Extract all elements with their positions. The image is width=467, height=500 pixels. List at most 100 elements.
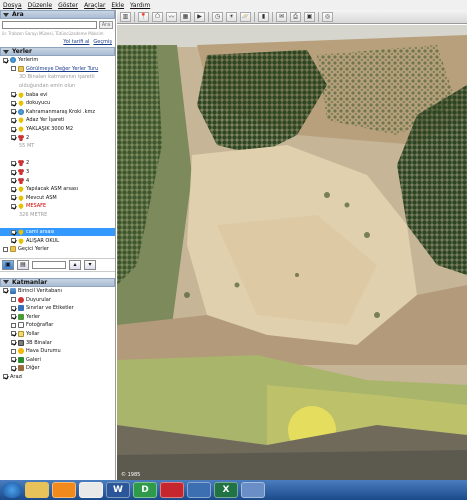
taskbar-excel-icon[interactable]: X (214, 482, 238, 498)
add-overlay-button[interactable]: ▦ (180, 11, 191, 22)
search-panel-header[interactable]: Ara (0, 10, 115, 19)
taskbar-chrome-icon[interactable] (79, 482, 103, 498)
visibility-checkbox[interactable] (11, 66, 16, 72)
visibility-checkbox[interactable] (11, 186, 16, 192)
menu-item-5[interactable]: Yardım (130, 2, 150, 9)
visibility-checkbox[interactable] (11, 178, 16, 184)
layers-row[interactable]: Arazi (0, 373, 115, 382)
email-button[interactable]: ✉ (276, 11, 287, 22)
add-polygon-button[interactable]: ⬠ (152, 11, 163, 22)
visibility-checkbox[interactable] (11, 109, 16, 115)
visibility-checkbox[interactable] (11, 160, 16, 166)
places-row[interactable]: olduğundan emin olun (0, 82, 115, 91)
layers-row[interactable]: Birincil Veritabanı (0, 287, 115, 296)
taskbar-media-icon[interactable] (52, 482, 76, 498)
visibility-checkbox[interactable] (11, 135, 16, 141)
taskbar-google-earth-icon[interactable] (187, 482, 211, 498)
toggle-view-button[interactable]: ▤ (17, 259, 29, 270)
menu-item-0[interactable]: Dosya (3, 2, 22, 9)
visibility-checkbox[interactable] (11, 117, 16, 123)
visibility-checkbox[interactable] (11, 365, 16, 371)
visibility-checkbox[interactable] (11, 126, 16, 132)
places-row[interactable]: Mevcut ASM (0, 194, 115, 203)
menu-item-3[interactable]: Araçlar (84, 2, 105, 9)
visibility-checkbox[interactable] (11, 195, 16, 201)
taskbar-d-app-icon[interactable]: D (133, 482, 157, 498)
places-row[interactable]: 326 METRE (0, 211, 115, 220)
collapse-icon[interactable] (3, 49, 9, 54)
layers-row[interactable]: Galeri (0, 355, 115, 364)
map-view[interactable]: © 1985 (117, 25, 467, 480)
places-row[interactable]: 4 (0, 176, 115, 185)
google-maps-button[interactable]: ◎ (322, 11, 333, 22)
layers-row[interactable]: Fotoğraflar (0, 321, 115, 330)
collapse-icon[interactable] (3, 280, 9, 285)
switch-sky-button[interactable]: 🪐 (240, 11, 251, 22)
add-path-button[interactable]: 〰 (166, 11, 177, 22)
directions-link[interactable]: Yol tarifi al (63, 39, 89, 45)
layers-row[interactable]: Sınırlar ve Etiketler (0, 304, 115, 313)
visibility-checkbox[interactable] (11, 100, 16, 106)
layers-row[interactable]: Diğer (0, 364, 115, 373)
layers-panel-header[interactable]: Katmanlar (0, 277, 115, 287)
add-placemark-button[interactable]: 📍 (138, 11, 149, 22)
places-row[interactable]: 55 MT (0, 142, 115, 151)
visibility-checkbox[interactable] (11, 203, 16, 209)
taskbar-start-icon[interactable] (2, 482, 22, 498)
places-filter-input[interactable] (32, 260, 66, 269)
print-button[interactable]: ⎙ (290, 11, 301, 22)
taskbar-explorer-icon[interactable] (25, 482, 49, 498)
layers-row[interactable]: Hava Durumu (0, 347, 115, 356)
sidebar-toggle-button[interactable]: ▥ (120, 11, 131, 22)
places-row[interactable] (0, 219, 115, 228)
places-row[interactable]: Adaz Yer İşareti (0, 116, 115, 125)
places-row[interactable] (0, 151, 115, 160)
places-row[interactable]: Yerlerim (0, 56, 115, 65)
save-image-button[interactable]: ▣ (304, 11, 315, 22)
places-row[interactable]: Görülmeye Değer Yerler Turu (0, 65, 115, 74)
places-row[interactable]: dokuyucu (0, 99, 115, 108)
record-tour-button[interactable]: ▶ (194, 11, 205, 22)
layers-row[interactable]: 3B Binalar (0, 338, 115, 347)
places-row[interactable]: 2 (0, 159, 115, 168)
search-button[interactable]: Ara (99, 21, 113, 29)
visibility-checkbox[interactable] (3, 57, 8, 63)
places-row[interactable]: 3 (0, 168, 115, 177)
menu-item-2[interactable]: Göster (58, 2, 78, 9)
places-row[interactable]: ALIŞAR OKUL (0, 236, 115, 245)
taskbar-pdf-icon[interactable] (160, 482, 184, 498)
places-row[interactable]: Kahramanmaraş Kroki .kmz (0, 108, 115, 117)
places-row[interactable]: Yapılacak ASM arsası (0, 185, 115, 194)
visibility-checkbox[interactable] (11, 169, 16, 175)
move-up-button[interactable]: ▴ (69, 259, 81, 270)
visibility-checkbox[interactable] (11, 331, 16, 337)
layers-row[interactable]: Duyurular (0, 295, 115, 304)
visibility-checkbox[interactable] (11, 314, 16, 320)
visibility-checkbox[interactable] (11, 305, 16, 311)
places-row[interactable]: baba evi (0, 90, 115, 99)
places-row[interactable]: cami arsası (0, 227, 115, 237)
satellite-imagery[interactable] (117, 25, 467, 480)
visibility-checkbox[interactable] (11, 92, 16, 98)
layers-row[interactable]: Yollar (0, 330, 115, 339)
visibility-checkbox[interactable] (11, 357, 16, 363)
sunlight-button[interactable]: ☀ (226, 11, 237, 22)
places-row[interactable]: MESAFE (0, 202, 115, 211)
history-link[interactable]: Geçmiş (93, 39, 112, 45)
visibility-checkbox[interactable] (3, 246, 8, 252)
visibility-checkbox[interactable] (11, 238, 16, 244)
places-row[interactable]: YAKLAŞIK 3000 M2 (0, 125, 115, 134)
layers-row[interactable]: Yerler (0, 312, 115, 321)
visibility-checkbox[interactable] (11, 229, 16, 235)
search-places-button[interactable]: ▣ (2, 259, 14, 270)
places-panel-header[interactable]: Yerler (0, 47, 115, 56)
visibility-checkbox[interactable] (3, 288, 8, 294)
visibility-checkbox[interactable] (11, 322, 16, 328)
menu-item-1[interactable]: Düzenle (28, 2, 52, 9)
visibility-checkbox[interactable] (11, 340, 16, 346)
visibility-checkbox[interactable] (11, 297, 16, 303)
ruler-button[interactable]: ▮ (258, 11, 269, 22)
menu-item-4[interactable]: Ekle (111, 2, 124, 9)
visibility-checkbox[interactable] (3, 374, 8, 380)
places-row[interactable]: 2 (0, 133, 115, 142)
